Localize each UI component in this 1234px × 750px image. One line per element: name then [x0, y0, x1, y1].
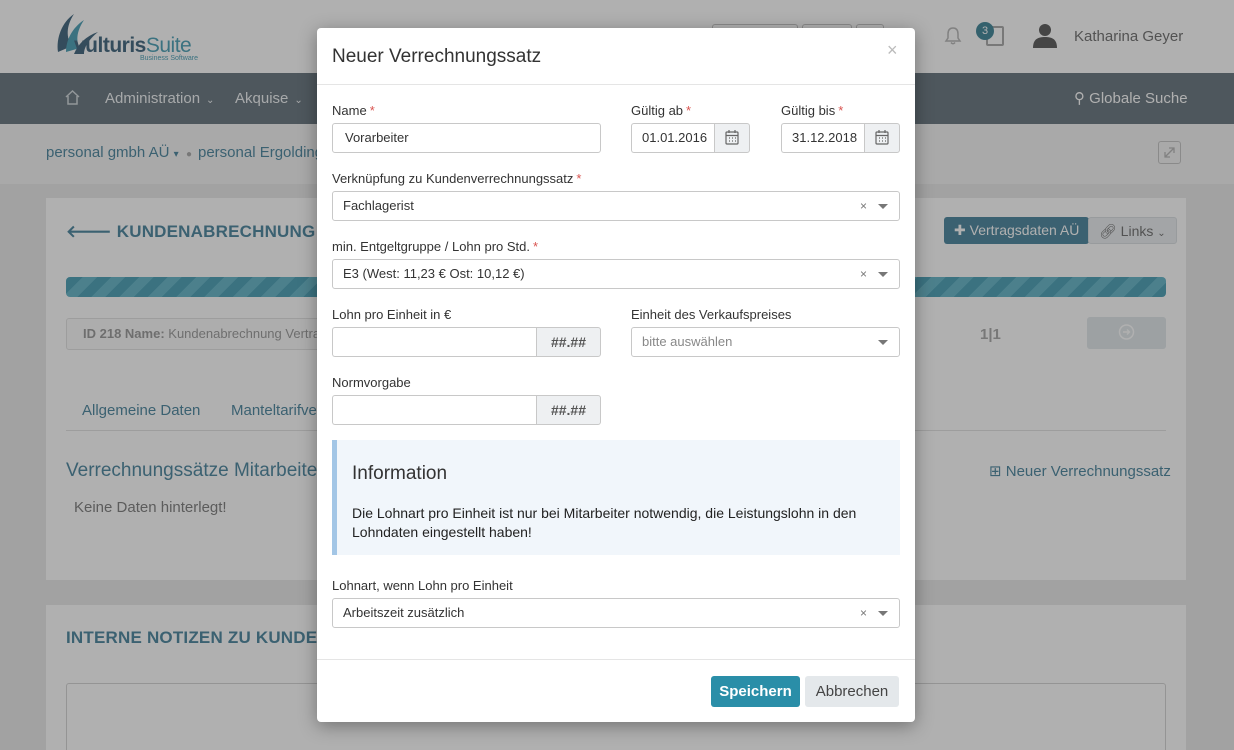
wage-unit-field: ##.## [332, 327, 601, 357]
wage-unit-format-addon: ##.## [536, 327, 601, 357]
valid-from-label: Gültig ab * [631, 103, 691, 118]
cancel-button[interactable]: Abbrechen [805, 676, 899, 707]
required-marker: * [369, 103, 375, 118]
sales-unit-select[interactable]: bitte auswählen [631, 327, 900, 357]
sales-unit-label: Einheit des Verkaufspreises [631, 307, 792, 322]
clear-icon[interactable]: × [860, 599, 867, 627]
wage-type-select[interactable]: Arbeitszeit zusätzlich × [332, 598, 900, 628]
min-group-select[interactable]: E3 (West: 11,23 € Ost: 10,12 €) × [332, 259, 900, 289]
valid-from-field: 01.01.2016 [631, 123, 750, 153]
required-marker: * [533, 239, 539, 254]
dropdown-arrow-icon [878, 611, 888, 616]
information-text: Die Lohnart pro Einheit ist nur bei Mita… [352, 505, 857, 540]
save-button[interactable]: Speichern [711, 676, 800, 707]
close-icon[interactable]: × [887, 40, 898, 61]
min-group-label: min. Entgeltgruppe / Lohn pro Std. * [332, 239, 538, 254]
information-box: Information Die Lohnart pro Einheit ist … [332, 440, 900, 555]
name-label: Name * [332, 103, 375, 118]
dropdown-arrow-icon [878, 340, 888, 345]
modal-title: Neuer Verrechnungssatz [332, 46, 542, 67]
name-input[interactable]: Vorarbeiter [332, 123, 601, 153]
required-marker: * [838, 103, 844, 118]
wage-unit-input[interactable] [332, 327, 537, 357]
wage-type-value: Arbeitszeit zusätzlich [343, 605, 465, 620]
dropdown-arrow-icon [878, 204, 888, 209]
valid-from-label-text: Gültig ab [631, 103, 684, 118]
name-label-text: Name [332, 103, 367, 118]
valid-from-input[interactable]: 01.01.2016 [631, 123, 715, 153]
modal-footer: Speichern Abbrechen [317, 659, 915, 722]
calendar-icon[interactable] [864, 123, 900, 153]
link-rate-value: Fachlagerist [343, 198, 414, 213]
valid-to-label-text: Gültig bis [781, 103, 836, 118]
valid-to-label: Gültig bis * [781, 103, 843, 118]
norm-input[interactable] [332, 395, 537, 425]
valid-to-input[interactable]: 31.12.2018 [781, 123, 865, 153]
required-marker: * [576, 171, 582, 186]
link-rate-label-text: Verknüpfung zu Kundenverrechnungssatz [332, 171, 574, 186]
modal-header: Neuer Verrechnungssatz × [317, 28, 915, 85]
clear-icon[interactable]: × [860, 260, 867, 288]
valid-to-field: 31.12.2018 [781, 123, 900, 153]
calendar-icon[interactable] [714, 123, 750, 153]
sales-unit-placeholder: bitte auswählen [642, 334, 733, 349]
link-rate-label: Verknüpfung zu Kundenverrechnungssatz * [332, 171, 581, 186]
min-group-value: E3 (West: 11,23 € Ost: 10,12 €) [343, 266, 525, 281]
clear-icon[interactable]: × [860, 192, 867, 220]
min-group-label-text: min. Entgeltgruppe / Lohn pro Std. [332, 239, 531, 254]
norm-label: Normvorgabe [332, 375, 411, 390]
information-title: Information [352, 463, 448, 484]
wage-type-label: Lohnart, wenn Lohn pro Einheit [332, 578, 513, 593]
norm-format-addon: ##.## [536, 395, 601, 425]
link-rate-select[interactable]: Fachlagerist × [332, 191, 900, 221]
dropdown-arrow-icon [878, 272, 888, 277]
wage-unit-label: Lohn pro Einheit in € [332, 307, 452, 322]
norm-field: ##.## [332, 395, 601, 425]
new-rate-dialog: Neuer Verrechnungssatz × Name * Vorarbeit… [317, 28, 915, 722]
required-marker: * [686, 103, 692, 118]
